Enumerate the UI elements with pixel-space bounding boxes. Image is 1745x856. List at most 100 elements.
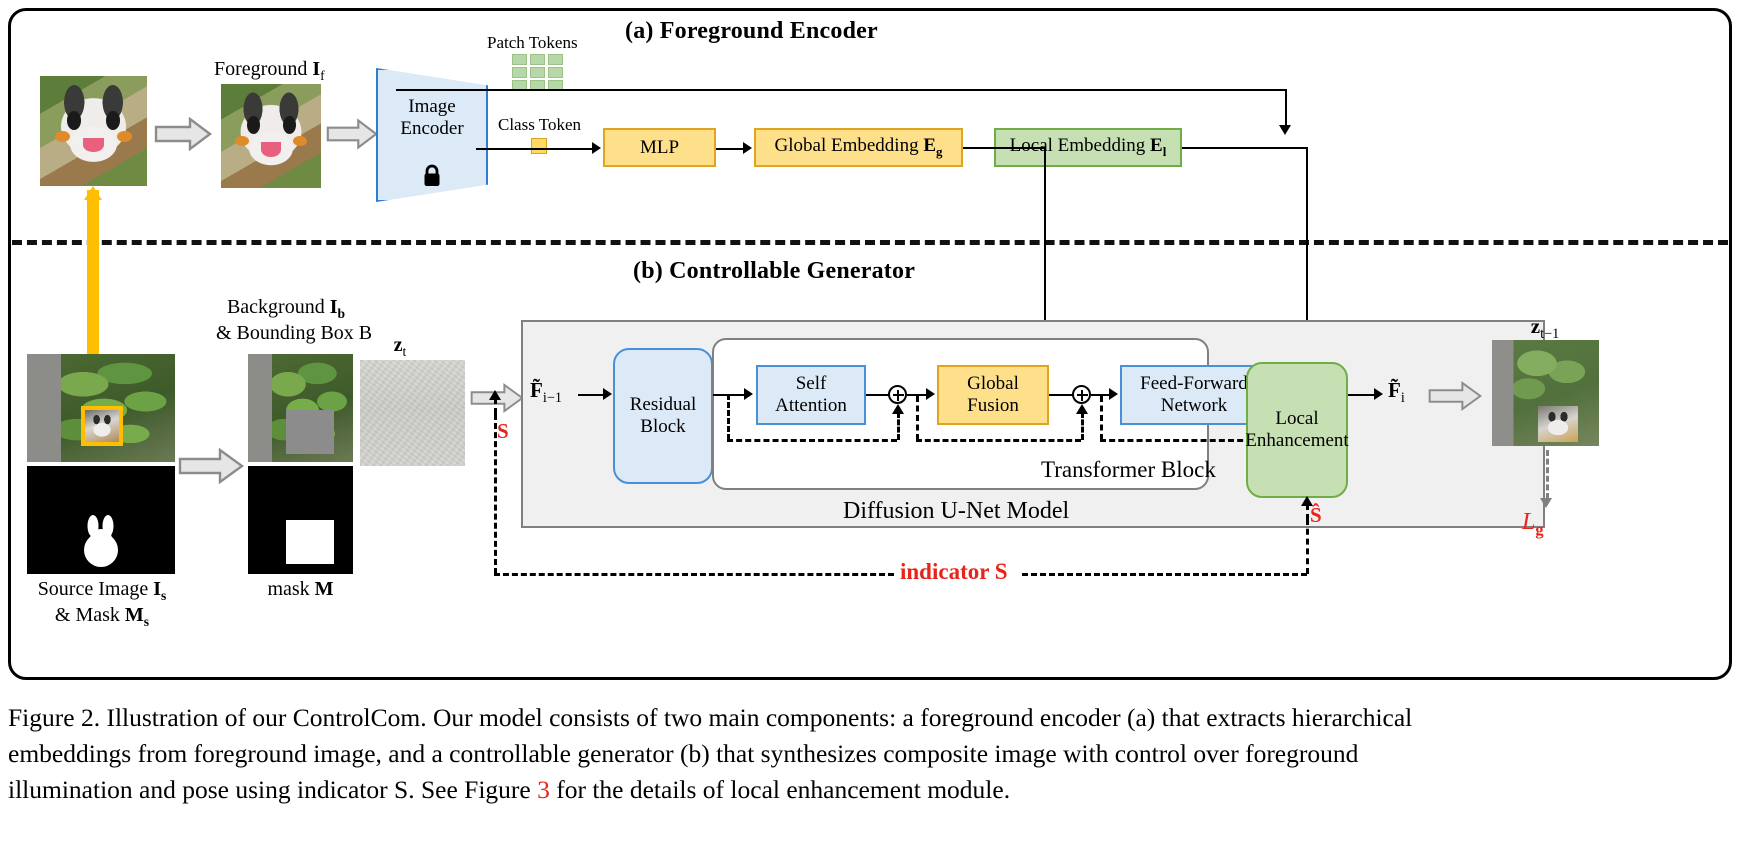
caption-line-3: illumination and pose using indicator S.… bbox=[8, 772, 1737, 808]
global-embedding-symbol: E bbox=[923, 135, 937, 157]
class-token-path-arrowhead bbox=[592, 142, 601, 154]
source-image-symbol: I bbox=[153, 578, 161, 600]
patch-token-path-arrowhead bbox=[1279, 125, 1291, 135]
loss-symbol: L bbox=[1522, 509, 1536, 535]
caption-line3-indicator-symbol: S bbox=[394, 775, 409, 805]
residual-block-label-line1: Residual bbox=[629, 394, 697, 416]
zt-prev-symbol: z bbox=[1530, 314, 1541, 338]
local-enhancement-label-line2: Enhancement bbox=[1245, 430, 1349, 451]
section-a-title: (a) Foreground Encoder bbox=[625, 18, 878, 44]
residual-add-1 bbox=[888, 385, 907, 404]
source-image-caption: Source Image Is & Mask Ms bbox=[14, 578, 190, 630]
skip3-left-v bbox=[1100, 396, 1103, 440]
source-image-subscript: s bbox=[161, 588, 167, 603]
background-caption: Background Ib & Bounding Box B bbox=[216, 296, 372, 346]
foreground-image bbox=[221, 84, 321, 188]
attn-to-plus1-path bbox=[866, 394, 890, 396]
foreground-crop-link-arrowhead bbox=[84, 186, 102, 200]
zt-prev-image bbox=[1492, 340, 1599, 446]
local-embedding-label: Local Embedding bbox=[1009, 135, 1146, 157]
class-token-square bbox=[531, 138, 547, 154]
lock-icon bbox=[376, 164, 488, 192]
indicator-shat-line bbox=[1306, 519, 1309, 574]
residual-add-2 bbox=[1072, 385, 1091, 404]
foreground-crop-link-line bbox=[87, 190, 99, 368]
source-image bbox=[27, 354, 175, 462]
global-fusion-label-line1: Global bbox=[967, 373, 1019, 395]
image-encoder-label-line2: Encoder bbox=[400, 118, 464, 140]
diffusion-unet-label: Diffusion U-Net Model bbox=[843, 498, 1070, 524]
global-fusion-block: Global Fusion bbox=[937, 365, 1049, 425]
skip2-right-v bbox=[1081, 412, 1084, 440]
skip2-left-v bbox=[916, 396, 919, 440]
caption-figure-ref: 3 bbox=[537, 775, 550, 805]
global-embedding-label: Global Embedding bbox=[774, 135, 919, 157]
skip1-left-v bbox=[727, 394, 730, 440]
zt-noise-image bbox=[360, 360, 465, 466]
source-mask-symbol: M bbox=[124, 604, 144, 627]
source-mask-image bbox=[27, 466, 175, 574]
indicator-s-input-line-top bbox=[494, 398, 497, 414]
class-token-label: Class Token bbox=[498, 115, 582, 134]
transformer-block-label: Transformer Block bbox=[1041, 457, 1216, 482]
patch-token-path-vertical bbox=[1285, 89, 1287, 126]
global-embedding-block: Global Embedding Eg bbox=[754, 128, 963, 167]
patch-tokens-grid bbox=[512, 54, 568, 92]
skip1-right-v bbox=[897, 412, 900, 440]
image-encoder-label-line1: Image bbox=[408, 96, 456, 117]
skip2-bottom-h bbox=[916, 439, 1081, 442]
local-embed-out-h bbox=[1182, 147, 1308, 149]
mask-caption-text: mask bbox=[267, 578, 310, 600]
indicator-label-text: indicator bbox=[900, 559, 990, 584]
mask-caption: mask M bbox=[248, 578, 353, 602]
mlp-to-global-arrowhead bbox=[743, 142, 752, 154]
bbox-caption-text: & Bounding Box bbox=[216, 322, 354, 345]
global-embed-out-h bbox=[963, 147, 1046, 149]
self-attention-label-line1: Self bbox=[795, 373, 827, 395]
out-feature-subscript: i bbox=[1400, 390, 1405, 407]
skip1-arrowhead bbox=[892, 404, 904, 414]
background-subscript: b bbox=[337, 306, 346, 321]
background-caption-text: Background bbox=[226, 296, 325, 318]
out-feature-label: F̃i bbox=[1388, 378, 1405, 407]
caption-line3-part-d: for the details of local enhancement mod… bbox=[549, 775, 1011, 805]
residual-block: Residual Block bbox=[613, 348, 713, 484]
caption-line-2: embeddings from foreground image, and a … bbox=[8, 739, 1359, 769]
input-feature-subscript: i−1 bbox=[542, 390, 562, 407]
foreground-label-symbol: I bbox=[312, 58, 321, 80]
section-b-title: (b) Controllable Generator bbox=[633, 258, 916, 284]
block-arrow-foreground-to-encoder bbox=[326, 117, 378, 151]
loss-subscript: g bbox=[1535, 519, 1544, 539]
indicator-path-left bbox=[494, 573, 894, 576]
indicator-shat-line-top bbox=[1306, 504, 1309, 520]
background-image bbox=[248, 354, 353, 462]
plus2-to-ffn-arrowhead bbox=[1109, 388, 1118, 400]
mlp-label: MLP bbox=[639, 136, 680, 158]
loss-link-arrowhead bbox=[1540, 498, 1552, 508]
source-mask-subscript: s bbox=[143, 614, 150, 630]
indicator-path-right bbox=[1022, 573, 1307, 576]
source-mask-caption-text: & Mask bbox=[54, 604, 120, 627]
mlp-to-global-path bbox=[716, 148, 744, 150]
local-enhancement-block: Local Enhancement bbox=[1245, 362, 1349, 498]
input-feature-path bbox=[578, 394, 604, 396]
local-out-arrowhead bbox=[1374, 388, 1383, 400]
input-feature-label: F̃i−1 bbox=[530, 378, 562, 407]
global-fusion-label-line2: Fusion bbox=[967, 395, 1019, 416]
out-feature-symbol: F̃ bbox=[1388, 378, 1401, 402]
block-arrow-out-of-unet bbox=[1428, 378, 1482, 414]
foreground-label-subscript: f bbox=[320, 68, 325, 83]
indicator-label-symbol: S bbox=[994, 559, 1008, 584]
local-out-path bbox=[1348, 394, 1375, 396]
zt-prev-label: zt−1 bbox=[1490, 314, 1600, 343]
patch-token-path-horizontal bbox=[396, 89, 1286, 91]
figure-caption: Figure 2. Illustration of our ControlCom… bbox=[8, 700, 1737, 809]
patch-tokens-label: Patch Tokens bbox=[487, 33, 578, 52]
residual-to-attn-arrowhead bbox=[744, 388, 753, 400]
residual-block-label-line2: Block bbox=[640, 416, 686, 437]
indicator-label: indicator S bbox=[900, 558, 1008, 585]
loss-link-line bbox=[1546, 450, 1549, 499]
indicator-s-input-label: S bbox=[497, 419, 509, 443]
class-token-path bbox=[476, 148, 593, 150]
background-symbol: I bbox=[329, 296, 338, 318]
